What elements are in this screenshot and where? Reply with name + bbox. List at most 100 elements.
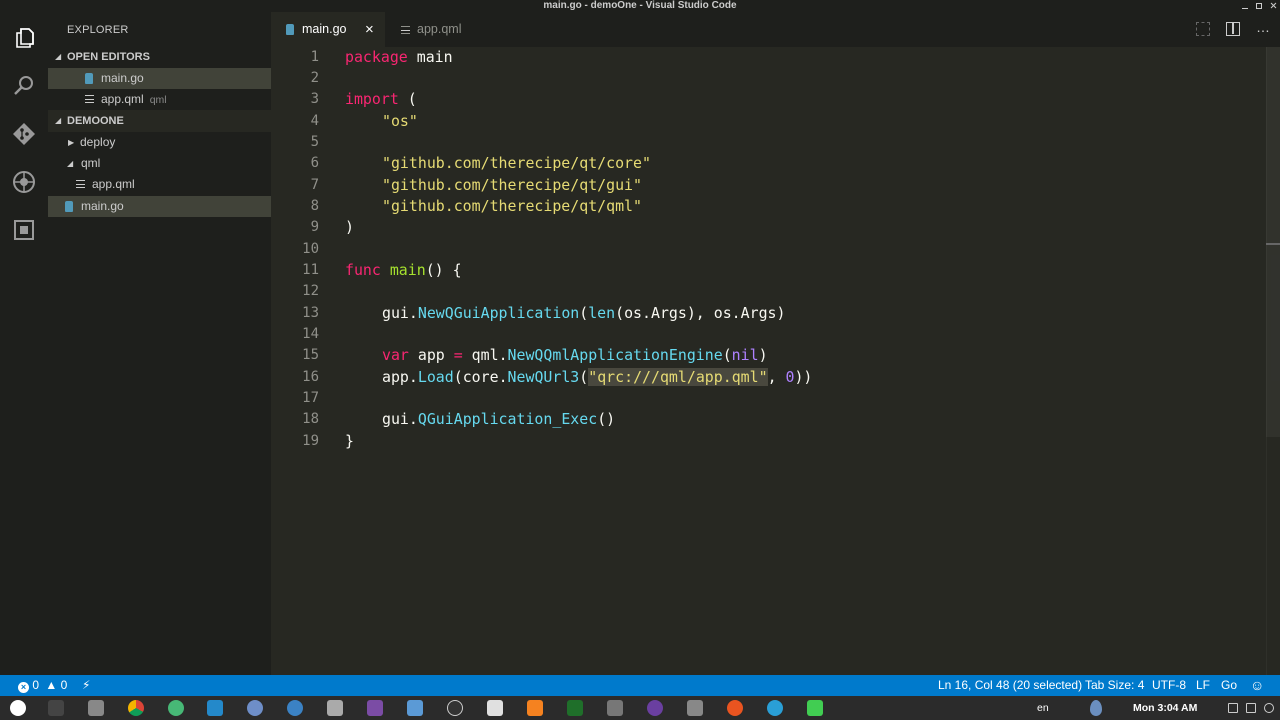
folder-header[interactable]: ◢ DEMOONE bbox=[48, 110, 271, 132]
system-monitor-icon[interactable] bbox=[567, 700, 583, 716]
tab-label: main.go bbox=[302, 22, 347, 36]
line-number: 17 bbox=[302, 390, 319, 406]
warning-icon: ▲ bbox=[45, 678, 58, 692]
open-editors-header[interactable]: ◢ OPEN EDITORS bbox=[48, 46, 271, 68]
line-number: 11 bbox=[302, 262, 319, 278]
close-tab-icon[interactable]: × bbox=[365, 12, 374, 47]
tab-size[interactable]: Tab Size: 4 bbox=[1085, 675, 1144, 696]
activity-bar bbox=[0, 12, 48, 675]
color-picker-icon[interactable] bbox=[1090, 700, 1102, 716]
tree-file-app-qml[interactable]: app.qml bbox=[48, 174, 271, 195]
text-file-icon bbox=[85, 89, 94, 110]
open-editor-app-qml[interactable]: app.qml qml bbox=[48, 89, 271, 110]
qt-creator-icon[interactable] bbox=[807, 700, 823, 716]
folder-label: DEMOONE bbox=[67, 115, 124, 127]
scrollbar-thumb[interactable] bbox=[1266, 47, 1280, 437]
atom-icon[interactable] bbox=[168, 700, 184, 716]
tree-item-label: deploy bbox=[80, 135, 116, 149]
source-control-icon[interactable] bbox=[12, 122, 36, 146]
settings-app-icon[interactable] bbox=[287, 700, 303, 716]
line-number: 12 bbox=[302, 283, 319, 299]
status-bar: × 0 ▲ 0 ⚡︎ Ln 16, Col 48 (20 selected) T… bbox=[0, 675, 1280, 696]
chevron-right-icon: ▶ bbox=[68, 138, 75, 147]
code-line: func main() { bbox=[345, 261, 462, 279]
tab-main-go[interactable]: main.go × bbox=[271, 12, 385, 47]
tree-file-main-go[interactable]: main.go bbox=[48, 196, 271, 217]
clock[interactable]: Mon 3:04 AM bbox=[1133, 696, 1197, 720]
close-window-icon[interactable] bbox=[1270, 3, 1276, 9]
split-editor-icon[interactable] bbox=[1226, 22, 1240, 36]
inkdrop-icon[interactable] bbox=[407, 700, 423, 716]
editor-actions: … bbox=[1196, 20, 1280, 36]
keyboard-icon[interactable] bbox=[687, 700, 703, 716]
more-actions-icon[interactable]: … bbox=[1256, 20, 1270, 36]
ubuntu-icon[interactable] bbox=[727, 700, 743, 716]
power-icon[interactable] bbox=[1264, 703, 1274, 713]
vscode-taskbar-icon[interactable] bbox=[207, 700, 223, 716]
line-number: 4 bbox=[310, 113, 319, 129]
go-file-icon bbox=[85, 68, 93, 89]
media-player-icon[interactable] bbox=[647, 700, 663, 716]
search-icon[interactable] bbox=[12, 74, 36, 98]
go-file-icon bbox=[65, 196, 73, 217]
chevron-down-icon: ◢ bbox=[55, 116, 62, 125]
open-editor-label: app.qml bbox=[101, 92, 144, 106]
feedback-smiley-icon[interactable]: ☺ bbox=[1250, 675, 1264, 696]
window-icon[interactable] bbox=[1228, 703, 1238, 713]
keyboard-language[interactable]: en bbox=[1037, 696, 1049, 720]
maximize-icon[interactable] bbox=[1256, 3, 1262, 9]
minimize-icon[interactable] bbox=[1242, 4, 1248, 9]
vscode-window: main.go - demoOne - Visual Studio Code E… bbox=[0, 0, 1280, 720]
open-changes-icon[interactable] bbox=[1196, 22, 1210, 36]
vlc-icon[interactable] bbox=[527, 700, 543, 716]
lightning-icon[interactable]: ⚡︎ bbox=[82, 675, 90, 696]
gem-app-icon[interactable] bbox=[367, 700, 383, 716]
chrome-icon[interactable] bbox=[128, 700, 144, 716]
screenshot-icon[interactable] bbox=[327, 700, 343, 716]
image-viewer-icon[interactable] bbox=[607, 700, 623, 716]
line-ending[interactable]: LF bbox=[1196, 675, 1210, 696]
code-line: app.Load(core.NewQUrl3("qrc:///qml/app.q… bbox=[382, 368, 813, 386]
line-number: 2 bbox=[310, 70, 319, 86]
notifications-icon[interactable] bbox=[1246, 703, 1256, 713]
line-number: 3 bbox=[310, 91, 319, 107]
debug-icon[interactable] bbox=[12, 170, 36, 194]
open-editor-description: qml bbox=[149, 94, 167, 106]
go-file-icon bbox=[286, 12, 294, 47]
download-icon[interactable] bbox=[767, 700, 783, 716]
app-menu-icon[interactable] bbox=[10, 700, 26, 716]
obs-icon[interactable] bbox=[447, 700, 463, 716]
window-controls bbox=[1242, 0, 1276, 12]
editor-scrollbar[interactable] bbox=[1266, 47, 1280, 675]
title-bar: main.go - demoOne - Visual Studio Code bbox=[0, 0, 1280, 12]
line-number: 7 bbox=[310, 177, 319, 193]
tab-app-qml[interactable]: app.qml bbox=[385, 12, 490, 47]
files-icon[interactable] bbox=[12, 26, 36, 50]
problems-indicator[interactable]: × 0 ▲ 0 bbox=[18, 675, 67, 696]
code-editor[interactable]: 1 2 3 4 5 6 7 8 9 10 11 12 13 14 15 16 17 18 19 package ma… bbox=[271, 47, 1280, 675]
tree-item-label: main.go bbox=[81, 199, 124, 213]
line-number: 13 bbox=[302, 305, 319, 321]
code-line: gui.NewQGuiApplication(len(os.Args), os.… bbox=[382, 304, 786, 322]
line-number: 9 bbox=[310, 219, 319, 235]
window-title: main.go - demoOne - Visual Studio Code bbox=[543, 0, 737, 11]
document-viewer-icon[interactable] bbox=[487, 700, 503, 716]
tree-folder-deploy[interactable]: ▶ deploy bbox=[48, 132, 271, 153]
encoding[interactable]: UTF-8 bbox=[1152, 675, 1186, 696]
file-manager-icon[interactable] bbox=[88, 700, 104, 716]
browser-icon[interactable] bbox=[247, 700, 263, 716]
cursor-position[interactable]: Ln 16, Col 48 (20 selected) bbox=[938, 675, 1082, 696]
code-line: "os" bbox=[382, 112, 418, 130]
line-number: 16 bbox=[302, 369, 319, 385]
tab-label: app.qml bbox=[417, 22, 462, 36]
selection-ruler-mark bbox=[1266, 243, 1280, 245]
explorer-sidebar: EXPLORER ◢ OPEN EDITORS main.go app.qml q… bbox=[48, 12, 271, 675]
selected-text: "qrc:///qml/app.qml" bbox=[588, 368, 768, 386]
tree-folder-qml[interactable]: ◢ qml bbox=[48, 153, 271, 174]
extensions-icon[interactable] bbox=[12, 218, 36, 242]
open-editor-main-go[interactable]: main.go bbox=[48, 68, 271, 89]
language-mode[interactable]: Go bbox=[1221, 675, 1237, 696]
code-line: "github.com/therecipe/qt/core" bbox=[382, 154, 651, 172]
terminal-icon[interactable] bbox=[48, 700, 64, 716]
line-number: 6 bbox=[310, 155, 319, 171]
